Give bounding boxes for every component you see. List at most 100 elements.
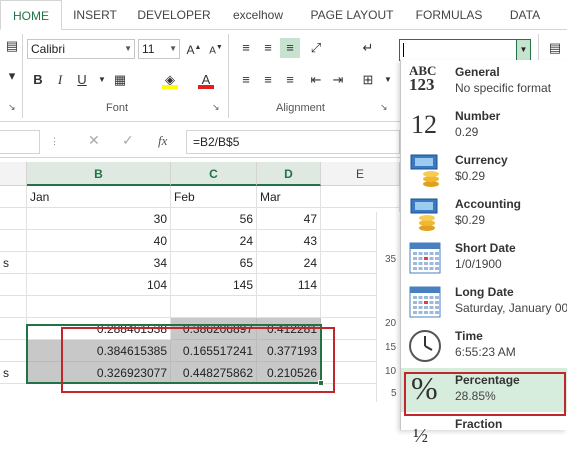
cell-b-row-1[interactable]: Jan	[27, 186, 171, 208]
chevron-down-icon[interactable]: ▼	[516, 40, 530, 60]
cell-d-row-6[interactable]	[257, 296, 321, 318]
more-options-icon[interactable]: ⋮	[50, 136, 59, 147]
number-format-long-date[interactable]: Long Date Saturday, January 00,	[401, 280, 567, 324]
underline-icon[interactable]: U	[72, 70, 92, 90]
font-color-icon[interactable]: A	[196, 70, 216, 90]
align-right-icon[interactable]: ≡	[280, 70, 300, 90]
orientation-icon[interactable]: ⤢	[306, 38, 326, 58]
number-format-number[interactable]: 12 Number 0.29	[401, 104, 567, 148]
cell-c-row-5[interactable]: 145	[171, 274, 257, 296]
column-header-e[interactable]: E	[321, 162, 400, 186]
decrease-font-size-icon[interactable]: A▼	[206, 38, 226, 58]
bottom-align-icon[interactable]: ≡	[280, 38, 300, 58]
cell-b-row-7[interactable]: 0.288461538	[27, 318, 171, 340]
cell-a-row-5[interactable]	[0, 274, 27, 296]
tab-formulas[interactable]: FORMULAS	[408, 0, 490, 30]
bold-icon[interactable]: B	[28, 70, 48, 90]
chevron-down-icon[interactable]: ▼	[92, 70, 112, 90]
cell-c-row-4[interactable]: 65	[171, 252, 257, 274]
cell-a-row-4[interactable]: s	[0, 252, 27, 274]
cell-b-row-4[interactable]: 34	[27, 252, 171, 274]
middle-align-icon[interactable]: ≡	[258, 38, 278, 58]
decrease-indent-icon[interactable]: ⇤	[306, 70, 326, 90]
top-align-icon[interactable]: ≡	[236, 38, 256, 58]
cell-d-row-9[interactable]: 0.210526	[257, 362, 321, 384]
cell-a-row-6[interactable]	[0, 296, 27, 318]
clipboard-launcher-icon[interactable]: ↘	[8, 102, 16, 113]
cell-a-row-7[interactable]	[0, 318, 27, 340]
cell-c-row-9[interactable]: 0.448275862	[171, 362, 257, 384]
fill-color-icon[interactable]: ◈	[160, 70, 180, 90]
merge-center-icon[interactable]: ⊞	[358, 70, 378, 90]
borders-icon[interactable]: ▦	[110, 70, 130, 90]
name-box[interactable]	[0, 130, 40, 154]
cell-c-row-6[interactable]	[171, 296, 257, 318]
cell-d-row-4[interactable]: 24	[257, 252, 321, 274]
formula-input[interactable]: =B2/B$5	[186, 130, 400, 154]
number-format-fraction[interactable]: ½ Fraction	[401, 412, 567, 456]
format-name: Time	[455, 329, 483, 343]
cell-e-row-1[interactable]	[321, 186, 400, 208]
cell-d-row-1[interactable]: Mar	[257, 186, 321, 208]
cell-d-row-5[interactable]: 114	[257, 274, 321, 296]
number-format-general[interactable]: ABC 123 General No specific format	[401, 60, 567, 104]
wrap-text-icon[interactable]: ↵	[358, 38, 378, 58]
column-header-b[interactable]: B	[27, 162, 171, 186]
paste-icon[interactable]: ▤	[2, 36, 22, 56]
tab-excelhow[interactable]: excelhow	[222, 0, 294, 30]
number-format-accounting[interactable]: Accounting $0.29	[401, 192, 567, 236]
cell-a-row-3[interactable]	[0, 230, 27, 252]
cell-c-row-8[interactable]: 0.165517241	[171, 340, 257, 362]
cell-b-row-5[interactable]: 104	[27, 274, 171, 296]
insert-function-icon[interactable]: fx	[158, 133, 167, 149]
cell-c-row-2[interactable]: 56	[171, 208, 257, 230]
increase-font-size-icon[interactable]: A▲	[184, 38, 204, 58]
cell-a-row-1[interactable]	[0, 186, 27, 208]
cell-b-row-9[interactable]: 0.326923077	[27, 362, 171, 384]
cell-b-row-8[interactable]: 0.384615385	[27, 340, 171, 362]
number-format-time[interactable]: Time 6:55:23 AM	[401, 324, 567, 368]
font-size-select[interactable]: 11 ▼	[138, 39, 180, 59]
fill-handle[interactable]	[318, 380, 324, 386]
column-header-c[interactable]: C	[171, 162, 257, 186]
align-left-icon[interactable]: ≡	[236, 70, 256, 90]
number-format-percentage[interactable]: % Percentage 28.85%	[401, 368, 567, 412]
tab-page-layout[interactable]: PAGE LAYOUT	[300, 0, 404, 30]
font-name-select[interactable]: Calibri ▼	[27, 39, 135, 59]
italic-icon[interactable]: I	[50, 70, 70, 90]
cell-c-row-3[interactable]: 24	[171, 230, 257, 252]
tab-home[interactable]: HOME	[0, 0, 62, 30]
cell-c-row-7[interactable]: 0.386206897	[171, 318, 257, 340]
cell-b-row-6[interactable]	[27, 296, 171, 318]
number-format-currency[interactable]: Currency $0.29	[401, 148, 567, 192]
number-format-select[interactable]: ▼	[399, 39, 531, 61]
tab-insert[interactable]: INSERT	[64, 0, 126, 30]
conditional-format-icon[interactable]: ▤	[545, 38, 565, 58]
font-name-value: Calibri	[31, 42, 66, 56]
chevron-down-icon[interactable]: ▼	[378, 70, 398, 90]
cell-c-row-1[interactable]: Feb	[171, 186, 257, 208]
chart-axis-label: 35	[385, 254, 397, 265]
number-format-short-date[interactable]: Short Date 1/0/1900	[401, 236, 567, 280]
cell-d-row-7[interactable]: 0.412281	[257, 318, 321, 340]
cell-b-row-3[interactable]: 40	[27, 230, 171, 252]
enter-icon[interactable]: ✓	[122, 132, 134, 149]
tab-developer[interactable]: DEVELOPER	[130, 0, 218, 30]
cell-d-row-3[interactable]: 43	[257, 230, 321, 252]
align-center-icon[interactable]: ≡	[258, 70, 278, 90]
alignment-launcher-icon[interactable]: ↘	[380, 102, 388, 113]
cancel-icon[interactable]: ✕	[88, 132, 100, 149]
cell-d-row-2[interactable]: 47	[257, 208, 321, 230]
increase-indent-icon[interactable]: ⇥	[328, 70, 348, 90]
chart-axis-label: 15	[385, 342, 397, 353]
font-launcher-icon[interactable]: ↘	[212, 102, 220, 113]
format-painter-icon[interactable]: ▾	[2, 66, 22, 86]
cell-a-row-8[interactable]	[0, 340, 27, 362]
cell-b-row-2[interactable]: 30	[27, 208, 171, 230]
column-header-d[interactable]: D	[257, 162, 321, 186]
column-header-a[interactable]	[0, 162, 27, 186]
cell-a-row-2[interactable]	[0, 208, 27, 230]
cell-a-row-9[interactable]: s	[0, 362, 27, 384]
cell-d-row-8[interactable]: 0.377193	[257, 340, 321, 362]
tab-data[interactable]: DATA	[498, 0, 552, 30]
